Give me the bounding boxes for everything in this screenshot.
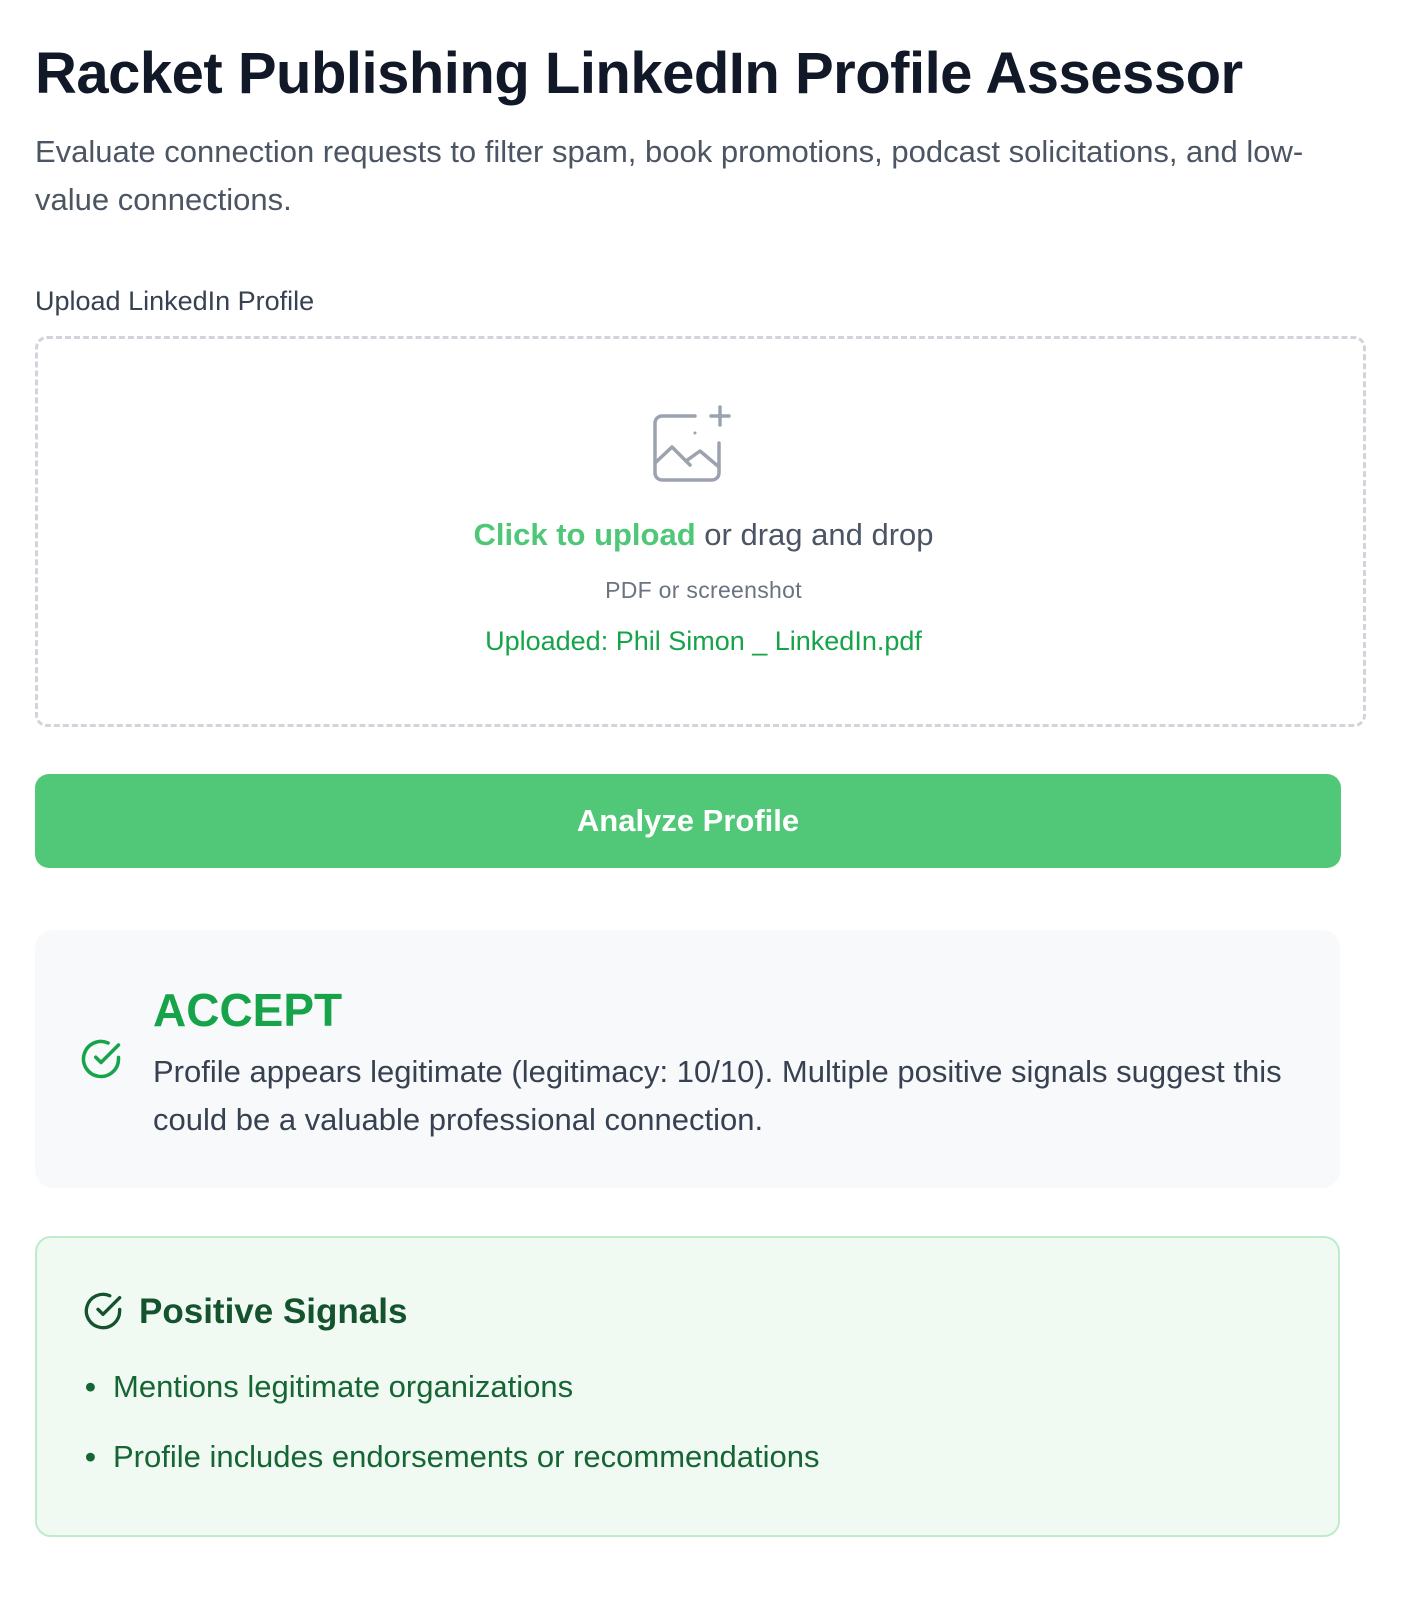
click-to-upload-link[interactable]: Click to upload — [473, 517, 695, 552]
image-plus-icon — [653, 405, 731, 482]
bullet: • — [85, 1439, 96, 1474]
verdict-title: ACCEPT — [153, 984, 343, 1036]
list-item: • Profile includes endorsements or recomm… — [85, 1437, 1285, 1477]
signal-text: Mentions legitimate organizations — [113, 1369, 574, 1404]
page-title: Racket Publishing LinkedIn Profile Asses… — [35, 41, 1243, 106]
uploaded-file-name: Uploaded: Phil Simon _ LinkedIn.pdf — [485, 626, 922, 656]
analyze-profile-button[interactable]: Analyze Profile — [35, 774, 1341, 868]
list-item: • Mentions legitimate organizations — [85, 1367, 1285, 1407]
positive-signals-title: Positive Signals — [139, 1292, 408, 1331]
page: Racket Publishing LinkedIn Profile Asses… — [0, 0, 1406, 1602]
signal-text: Profile includes endorsements or recomme… — [113, 1439, 820, 1474]
page-subtitle: Evaluate connection requests to filter s… — [35, 134, 1304, 217]
upload-label: Upload LinkedIn Profile — [35, 286, 315, 316]
upload-hint: PDF or screenshot — [605, 577, 802, 603]
check-circle-icon — [84, 1292, 122, 1330]
drag-and-drop-text: or drag and drop — [695, 517, 934, 552]
bullet: • — [85, 1369, 96, 1404]
upload-prompt: Click to upload or drag and drop — [35, 515, 1372, 555]
verdict-description: Profile appears legitimate (legitimacy: … — [153, 1054, 1282, 1137]
check-circle-icon — [81, 1039, 121, 1079]
